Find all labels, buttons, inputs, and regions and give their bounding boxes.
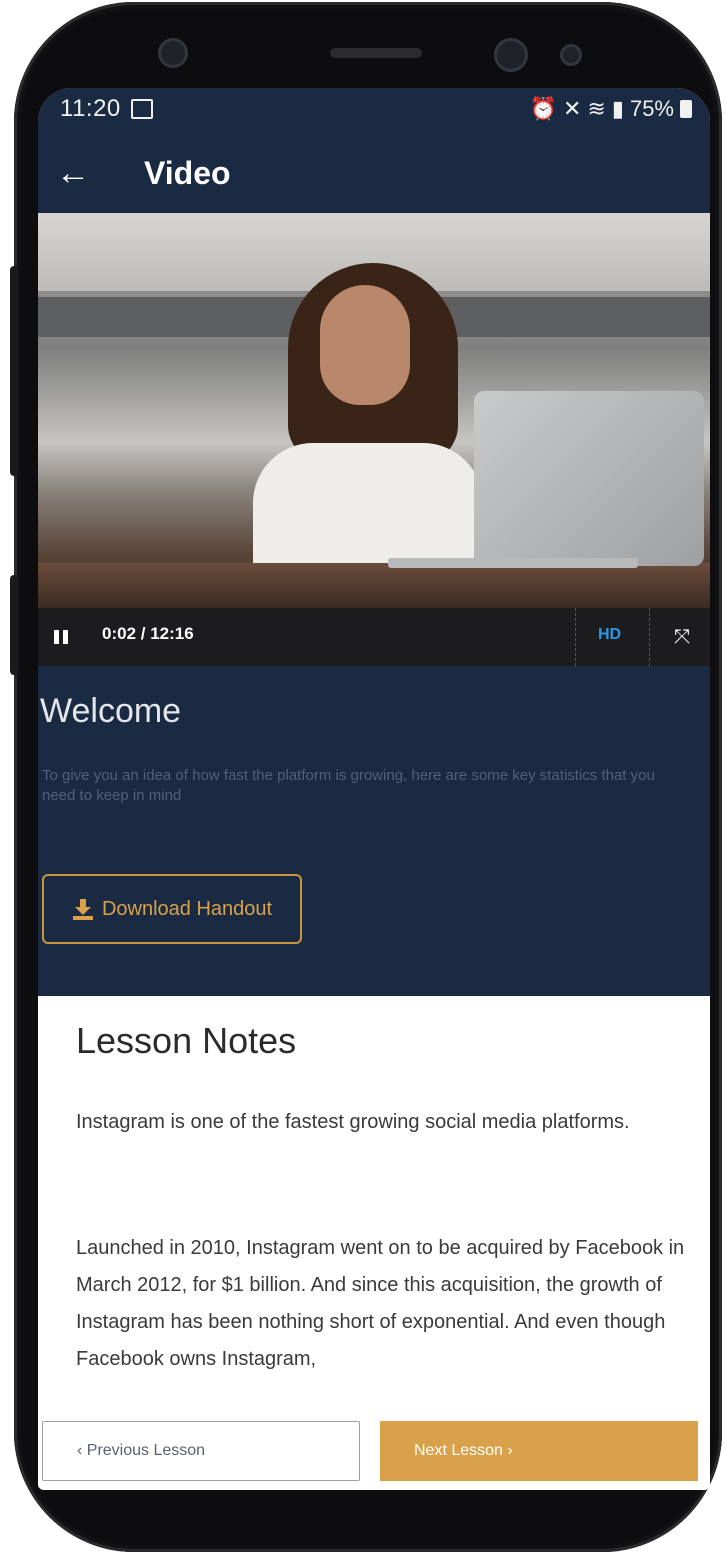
video-controls: 0:02 / 12:16 HD ⤧ — [38, 608, 710, 666]
divider — [575, 608, 576, 666]
previous-lesson-button[interactable]: ‹ Previous Lesson — [42, 1421, 360, 1481]
volume-button — [10, 266, 18, 476]
download-label: Download Handout — [101, 897, 273, 920]
lesson-info: Welcome To give you an idea of how fast … — [38, 666, 710, 996]
gallery-icon — [130, 99, 153, 119]
hd-toggle[interactable]: HD — [598, 626, 621, 644]
battery-icon — [680, 100, 692, 118]
page-title: Video — [144, 154, 231, 191]
video-table — [38, 563, 710, 608]
status-bar: 11:20 ⏰ ✕ ≋ ▮ 75% — [60, 92, 692, 126]
mute-icon: ✕ — [562, 96, 582, 121]
video-player[interactable] — [38, 213, 710, 608]
status-time: 11:20 — [60, 95, 121, 122]
laptop-base — [388, 558, 638, 568]
pause-icon[interactable] — [54, 630, 68, 644]
signal-icon: ▮ — [611, 96, 624, 121]
phone-screen: 11:20 ⏰ ✕ ≋ ▮ 75% ← Video 0:02 / 12:16 H… — [38, 88, 710, 1490]
earpiece — [330, 48, 422, 58]
lesson-description: To give you an idea of how fast the plat… — [42, 767, 655, 804]
notes-paragraph-1: Instagram is one of the fastest growing … — [76, 1111, 630, 1133]
download-handout-button[interactable]: Download Handout — [42, 874, 302, 944]
laptop — [474, 391, 704, 566]
video-time: 0:02 / 12:16 — [102, 624, 194, 643]
iris-sensor — [158, 38, 188, 68]
battery-percent: 75% — [629, 96, 674, 121]
back-arrow-icon[interactable]: ← — [56, 154, 116, 193]
presenter-face — [320, 285, 410, 405]
notes-paragraph-2: Launched in 2010, Instagram went on to b… — [76, 1237, 685, 1370]
notes-heading: Lesson Notes — [76, 1020, 297, 1061]
download-icon — [72, 899, 93, 920]
front-camera — [494, 38, 528, 72]
lesson-title: Welcome — [40, 692, 182, 730]
lesson-notes: Lesson Notes Instagram is one of the fas… — [38, 996, 710, 1490]
app-header: 11:20 ⏰ ✕ ≋ ▮ 75% ← Video — [38, 88, 710, 213]
previous-lesson-label: ‹ Previous Lesson — [77, 1442, 206, 1459]
alarm-icon: ⏰ — [529, 96, 557, 121]
wifi-icon: ≋ — [587, 96, 606, 121]
bixby-button — [10, 575, 18, 675]
status-right: ⏰ ✕ ≋ ▮ 75% — [530, 96, 692, 122]
app-bar: ← Video — [56, 148, 231, 198]
next-lesson-button[interactable]: Next Lesson › — [380, 1421, 698, 1481]
proximity-sensor — [560, 44, 582, 66]
divider — [649, 608, 650, 666]
fullscreen-icon[interactable]: ⤧ — [674, 626, 690, 649]
next-lesson-label: Next Lesson › — [414, 1442, 513, 1459]
